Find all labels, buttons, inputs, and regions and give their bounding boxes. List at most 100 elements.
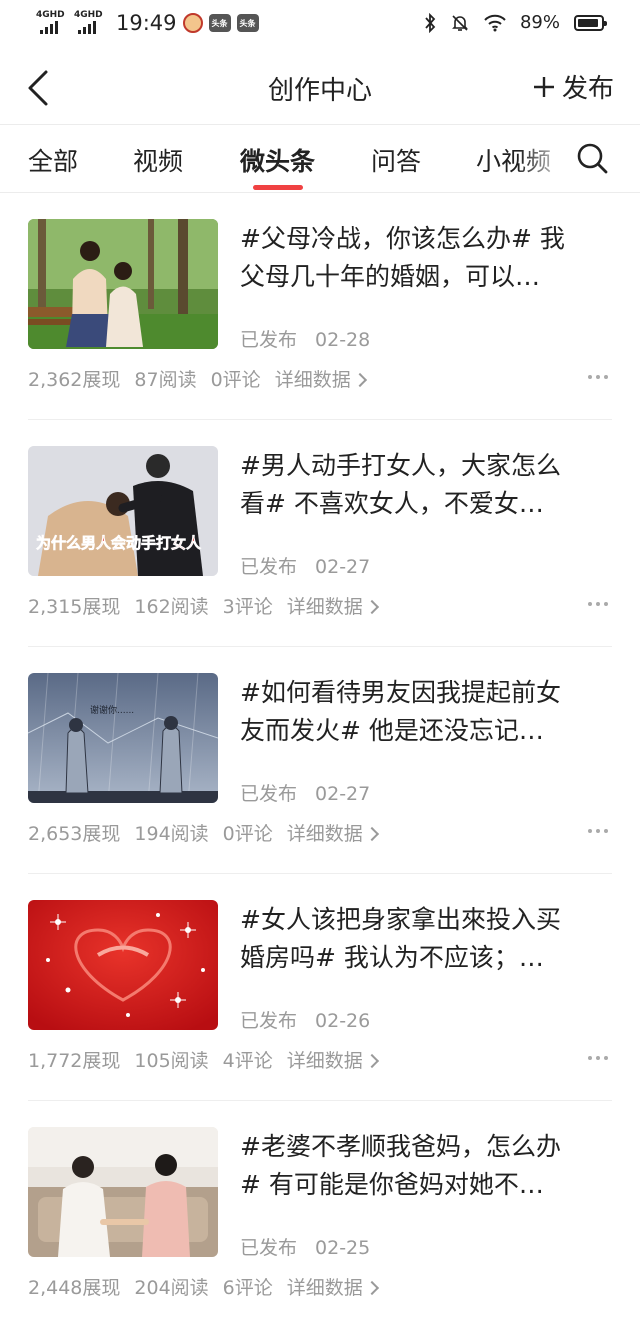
app-badge-label: 头条 bbox=[211, 18, 228, 28]
battery-percent: 89% bbox=[519, 12, 560, 33]
post-title-line: #女人该把身家拿出來投入买 bbox=[240, 905, 561, 934]
publish-info: 已发布 02-28 bbox=[240, 325, 370, 352]
chevron-right-icon bbox=[364, 826, 379, 842]
post-card[interactable]: #女人该把身家拿出來投入买 婚房吗# 我认为不应该；… 已发布 02-26 1,7… bbox=[0, 874, 640, 1101]
network-type: 4GHD bbox=[74, 10, 103, 20]
publish-status: 已发布 bbox=[240, 329, 298, 351]
comments-count[interactable]: 3评论 bbox=[223, 592, 273, 619]
top-nav-bar: 创作中心 发布 bbox=[0, 54, 640, 122]
publish-date: 02-25 bbox=[315, 1237, 371, 1259]
publish-status: 已发布 bbox=[240, 783, 298, 805]
details-link[interactable]: 详细数据 bbox=[286, 592, 379, 619]
publish-info: 已发布 02-25 bbox=[240, 1233, 370, 1260]
app-badge-label: 头条 bbox=[239, 18, 256, 28]
post-card[interactable]: 谢谢你...... #如何看待男友因我提起前女 友而发火# 他是还没忘记… 已发… bbox=[0, 647, 640, 874]
wifi-icon bbox=[484, 14, 506, 31]
post-title-line: 友而发火# 他是还没忘记… bbox=[240, 716, 544, 745]
post-stats: 1,772展现 105阅读 4评论 详细数据 bbox=[28, 1046, 379, 1073]
post-title[interactable]: #父母冷战，你该怎么办# 我 父母几十年的婚姻，可以… bbox=[240, 220, 612, 296]
publish-label: 发布 bbox=[561, 74, 614, 104]
network-type: 4GHD bbox=[36, 10, 65, 20]
more-options-icon[interactable] bbox=[588, 829, 608, 833]
more-options-icon[interactable] bbox=[588, 602, 608, 606]
publish-status: 已发布 bbox=[240, 1010, 298, 1032]
impressions-count: 1,772展现 bbox=[28, 1050, 121, 1072]
comments-count[interactable]: 0评论 bbox=[223, 819, 273, 846]
reads-count: 194阅读 bbox=[134, 823, 209, 845]
toutiao-icon: 头条 bbox=[208, 14, 231, 32]
post-thumbnail[interactable] bbox=[28, 219, 218, 349]
comments-count[interactable]: 6评论 bbox=[223, 1273, 273, 1300]
impressions-count: 2,362展现 bbox=[28, 369, 121, 391]
battery-icon bbox=[574, 14, 607, 31]
chevron-right-icon bbox=[364, 1053, 379, 1069]
more-options-icon[interactable] bbox=[588, 375, 608, 379]
chevron-right-icon bbox=[364, 1280, 379, 1296]
post-thumbnail[interactable] bbox=[28, 1127, 218, 1257]
signal-icon: 4GHD bbox=[36, 10, 68, 36]
app-notification-icon bbox=[182, 13, 203, 33]
signal-icon: 4GHD bbox=[74, 10, 106, 36]
details-link[interactable]: 详细数据 bbox=[286, 819, 379, 846]
thumbnail-caption: 谢谢你...... bbox=[90, 704, 134, 716]
details-label: 详细数据 bbox=[274, 369, 351, 391]
post-stats: 2,653展现 194阅读 0评论 详细数据 bbox=[28, 819, 379, 846]
details-link[interactable]: 详细数据 bbox=[274, 365, 367, 392]
publish-info: 已发布 02-26 bbox=[240, 1006, 370, 1033]
plus-icon bbox=[533, 76, 554, 97]
publish-date: 02-27 bbox=[315, 556, 371, 578]
details-label: 详细数据 bbox=[286, 1277, 363, 1299]
tab-fade bbox=[520, 126, 570, 192]
post-list: #父母冷战，你该怎么办# 我 父母几十年的婚姻，可以… 已发布 02-28 2,3… bbox=[0, 193, 640, 1328]
bluetooth-icon bbox=[425, 12, 436, 33]
publish-date: 02-27 bbox=[315, 783, 371, 805]
post-card[interactable]: 为什么男人会动手打女人 #男人动手打女人，大家怎么 看# 不喜欢女人，不爱女… … bbox=[0, 420, 640, 647]
divider bbox=[0, 124, 640, 125]
post-title[interactable]: #男人动手打女人，大家怎么 看# 不喜欢女人，不爱女… bbox=[240, 447, 612, 523]
comments-count[interactable]: 0评论 bbox=[211, 365, 261, 392]
post-title[interactable]: #女人该把身家拿出來投入买 婚房吗# 我认为不应该；… bbox=[240, 901, 612, 977]
details-link[interactable]: 详细数据 bbox=[286, 1046, 379, 1073]
tab-qa[interactable]: 问答 bbox=[371, 142, 421, 178]
publish-button[interactable]: 发布 bbox=[532, 68, 614, 105]
impressions-count: 2,315展现 bbox=[28, 596, 121, 618]
status-bar: 4GHD 4GHD 19:49 头条 头条 89% bbox=[0, 0, 640, 50]
publish-date: 02-26 bbox=[315, 1010, 371, 1032]
reads-count: 105阅读 bbox=[134, 1050, 209, 1072]
post-card[interactable]: #老婆不孝顺我爸妈，怎么办 # 有可能是你爸妈对她不… 已发布 02-25 2,4… bbox=[0, 1101, 640, 1328]
post-title-line: 看# 不喜欢女人，不爱女… bbox=[240, 489, 544, 518]
post-thumbnail[interactable] bbox=[28, 900, 218, 1030]
reads-count: 87阅读 bbox=[134, 369, 197, 391]
comments-count[interactable]: 4评论 bbox=[223, 1046, 273, 1073]
details-label: 详细数据 bbox=[286, 1050, 363, 1072]
post-title[interactable]: #如何看待男友因我提起前女 友而发火# 他是还没忘记… bbox=[240, 674, 612, 750]
post-title-line: #男人动手打女人，大家怎么 bbox=[240, 451, 561, 480]
impressions-count: 2,448展现 bbox=[28, 1277, 121, 1299]
clock: 19:49 bbox=[116, 11, 177, 35]
active-tab-indicator bbox=[253, 185, 303, 190]
post-title-line: #父母冷战，你该怎么办# 我 bbox=[240, 224, 565, 253]
chevron-right-icon bbox=[364, 599, 379, 615]
publish-status: 已发布 bbox=[240, 556, 298, 578]
reads-count: 204阅读 bbox=[134, 1277, 209, 1299]
details-label: 详细数据 bbox=[286, 596, 363, 618]
post-stats: 2,315展现 162阅读 3评论 详细数据 bbox=[28, 592, 379, 619]
search-icon[interactable] bbox=[574, 140, 610, 176]
more-options-icon[interactable] bbox=[588, 1056, 608, 1060]
tab-all[interactable]: 全部 bbox=[28, 142, 78, 178]
post-thumbnail[interactable]: 谢谢你...... bbox=[28, 673, 218, 803]
tab-video[interactable]: 视频 bbox=[133, 142, 183, 178]
publish-info: 已发布 02-27 bbox=[240, 779, 370, 806]
post-stats: 2,362展现 87阅读 0评论 详细数据 bbox=[28, 365, 367, 392]
chevron-right-icon bbox=[352, 372, 367, 388]
post-title-line: 父母几十年的婚姻，可以… bbox=[240, 262, 541, 291]
post-thumbnail[interactable]: 为什么男人会动手打女人 bbox=[28, 446, 218, 576]
tab-micro-toutiao[interactable]: 微头条 bbox=[240, 142, 315, 178]
post-title-line: # 有可能是你爸妈对她不… bbox=[240, 1170, 544, 1199]
details-label: 详细数据 bbox=[286, 823, 363, 845]
details-link[interactable]: 详细数据 bbox=[286, 1273, 379, 1300]
post-card[interactable]: #父母冷战，你该怎么办# 我 父母几十年的婚姻，可以… 已发布 02-28 2,3… bbox=[0, 193, 640, 420]
post-title[interactable]: #老婆不孝顺我爸妈，怎么办 # 有可能是你爸妈对她不… bbox=[240, 1128, 612, 1204]
post-stats: 2,448展现 204阅读 6评论 详细数据 bbox=[28, 1273, 379, 1300]
tab-bar: 全部 视频 微头条 问答 小视频 bbox=[0, 126, 640, 192]
